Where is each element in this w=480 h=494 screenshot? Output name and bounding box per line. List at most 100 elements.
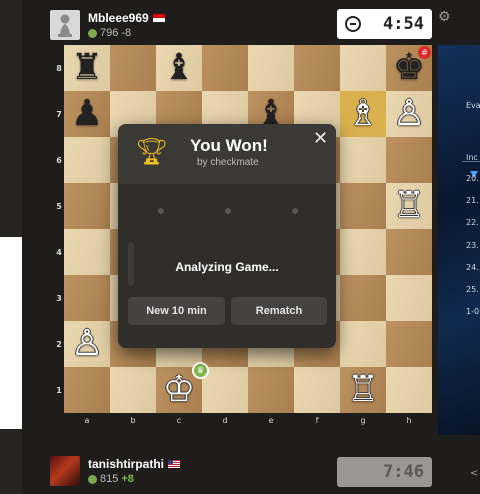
winner-crown-icon: ♛ [192,362,209,379]
square-a2[interactable]: ♙ [64,321,110,367]
loading-dot [292,208,298,214]
side-move-row[interactable]: 23. [466,241,479,250]
top-player-name-row: Mbleee969 [88,11,165,25]
bottom-clock-time: 7:46 [383,462,424,482]
side-move-row[interactable]: 22. [466,218,479,227]
clock-icon [345,16,361,32]
piece-a2[interactable]: ♙ [71,326,103,362]
top-player-info: Mbleee969 796 -8 [88,11,165,39]
square-e8[interactable] [248,45,294,91]
square-a3[interactable] [64,275,110,321]
result-title: You Won! [190,136,268,155]
top-player-name[interactable]: Mbleee969 [88,11,149,25]
bottom-player-rating-row: 815 +8 [88,473,180,485]
rating-icon [88,28,97,38]
square-d8[interactable] [202,45,248,91]
loading-dot [158,208,164,214]
piece-a8[interactable]: ♜ [71,50,103,86]
square-g4[interactable] [340,229,386,275]
top-clock: 4:54 [337,9,432,39]
avatar[interactable] [50,10,80,40]
square-g1[interactable]: ♖ [340,367,386,413]
square-a6[interactable] [64,137,110,183]
square-h6[interactable] [386,137,432,183]
square-g3[interactable] [340,275,386,321]
share-icon[interactable]: < [470,468,478,479]
analysis-status: Analyzing Game... [175,260,279,274]
piece-c1[interactable]: ♔ [163,372,195,408]
piece-g1[interactable]: ♖ [347,372,379,408]
top-player-rating: 796 [100,27,119,39]
bottom-clock: 7:46 [337,457,432,487]
rank-label: 6 [56,156,62,165]
top-clock-time: 4:54 [383,14,424,34]
piece-c8[interactable]: ♝ [163,50,195,86]
square-g2[interactable] [340,321,386,367]
rank-label: 7 [56,110,62,119]
square-h3[interactable] [386,275,432,321]
piece-h7[interactable]: ♙ [393,96,425,132]
top-player-bar: Mbleee969 796 -8 [50,8,165,42]
square-g6[interactable] [340,137,386,183]
square-b1[interactable] [110,367,156,413]
gear-icon[interactable]: ⚙ [438,9,451,25]
side-move-row[interactable]: 21. [466,196,479,205]
new-game-button[interactable]: New 10 min [128,297,225,325]
square-h5[interactable]: ♖ [386,183,432,229]
side-fragment: Inc [466,153,478,162]
rank-label: 1 [56,386,62,395]
rematch-button[interactable]: Rematch [231,297,327,325]
bottom-player-name-row: tanishtirpathi [88,457,181,471]
bottom-player-name[interactable]: tanishtirpathi [88,457,164,471]
close-icon[interactable]: ✕ [313,128,328,149]
loading-dots [158,208,298,214]
square-a7[interactable]: ♟ [64,91,110,137]
square-g5[interactable] [340,183,386,229]
side-fragment: Eva [466,101,480,110]
square-h1[interactable] [386,367,432,413]
piece-g7[interactable]: ♗ [347,96,379,132]
usa-flag-icon [168,460,181,468]
square-f1[interactable] [294,367,340,413]
file-label: c [176,416,182,425]
trophy-icon: 🏆︎ [135,137,169,167]
avatar[interactable] [50,456,80,486]
square-a4[interactable] [64,229,110,275]
right-side-panel: Eva Inc 20. 21. 22. 23. 24. 25. 1-0 [438,45,480,435]
file-label: d [222,416,228,425]
side-result: 1-0 [466,307,480,316]
rank-label: 4 [56,248,62,257]
game-result-modal: 🏆︎ You Won! by checkmate ✕ Analyzing Gam… [118,124,336,348]
square-b8[interactable] [110,45,156,91]
square-h4[interactable] [386,229,432,275]
file-label: f [315,416,319,425]
file-label: b [130,416,136,425]
rank-label: 5 [56,202,62,211]
square-a5[interactable] [64,183,110,229]
indonesia-flag-icon [152,14,165,22]
rank-label: 8 [56,64,62,73]
piece-h5[interactable]: ♖ [393,188,425,224]
side-move-row[interactable]: 24. [466,263,479,272]
square-g7[interactable]: ♗ [340,91,386,137]
file-label: e [268,416,274,425]
file-label: h [406,416,412,425]
piece-a7[interactable]: ♟ [71,96,103,132]
square-a8[interactable]: ♜ [64,45,110,91]
bottom-player-rating: 815 [100,473,119,485]
square-a1[interactable] [64,367,110,413]
square-h2[interactable] [386,321,432,367]
square-f8[interactable] [294,45,340,91]
square-h7[interactable]: ♙ [386,91,432,137]
checkmated-icon: # [418,46,431,59]
square-d1[interactable] [202,367,248,413]
bottom-player-bar: tanishtirpathi 815 +8 [50,454,181,488]
file-label: g [360,416,366,425]
side-move-row[interactable]: 25. [466,285,479,294]
square-g8[interactable] [340,45,386,91]
square-c8[interactable]: ♝ [156,45,202,91]
rank-label: 3 [56,294,62,303]
side-move-row[interactable]: 20. [466,174,479,183]
top-player-rating-row: 796 -8 [88,27,165,39]
square-e1[interactable] [248,367,294,413]
